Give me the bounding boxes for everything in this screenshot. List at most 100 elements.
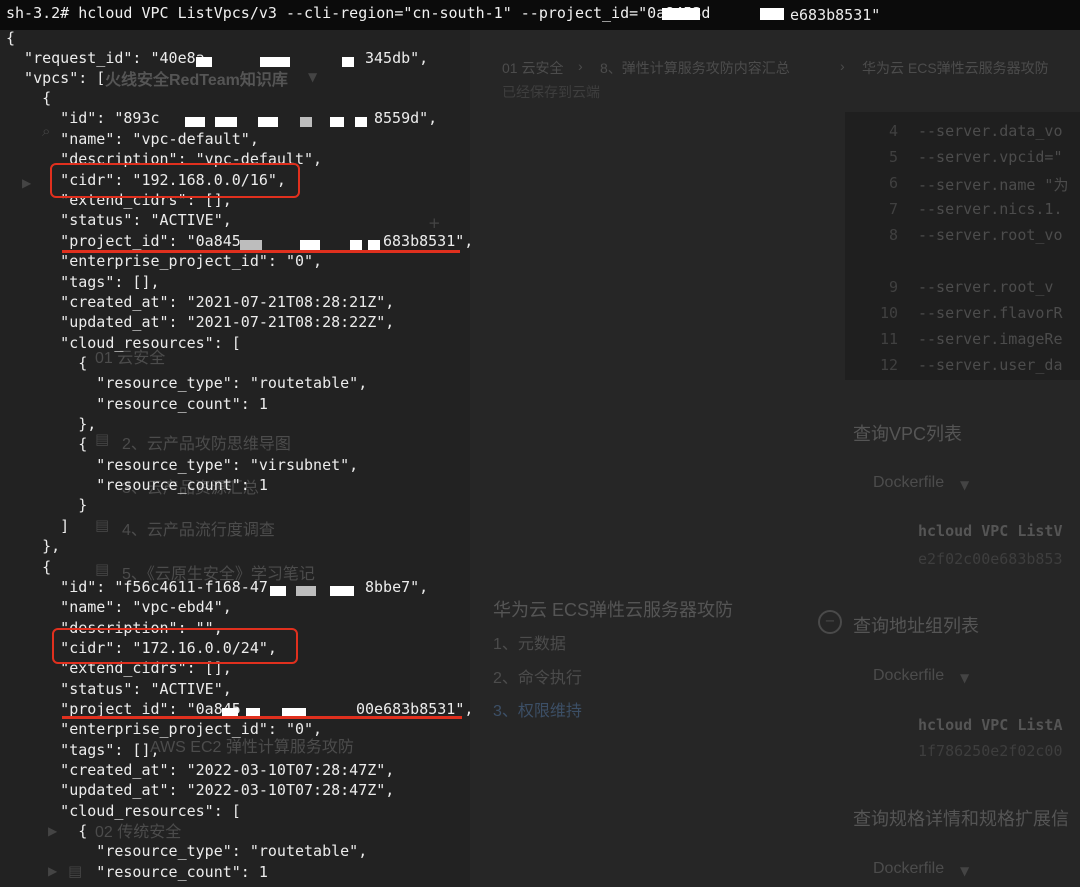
- json-line: {: [6, 354, 88, 372]
- json-value-tail: 683b8531",: [383, 232, 474, 250]
- code-line: --server.data_vo: [918, 122, 1063, 140]
- dockerfile-selector[interactable]: Dockerfile: [873, 474, 944, 492]
- json-line: },: [6, 415, 97, 433]
- json-line: "resource_type": "routetable",: [6, 842, 368, 860]
- cidr-highlight-box: [50, 163, 300, 198]
- json-line: "created_at": "2022-03-10T07:28:47Z",: [6, 761, 395, 779]
- terminal-command-bar: sh-3.2# hcloud VPC ListVpcs/v3 --cli-reg…: [0, 0, 1080, 30]
- json-line: "request_id": "40e8a: [6, 49, 205, 67]
- code-snippet-sub: e2f02c00e683b853: [918, 550, 1063, 568]
- redaction-mask: [300, 117, 312, 127]
- breadcrumb-separator: ›: [578, 58, 583, 74]
- json-line: "updated_at": "2022-03-10T07:28:47Z",: [6, 781, 395, 799]
- redaction-mask: [215, 117, 237, 127]
- redaction-mask: [342, 57, 354, 67]
- code-line-number: 10: [879, 304, 898, 322]
- redaction-mask: [260, 57, 290, 67]
- code-line-number: 6: [888, 174, 898, 192]
- json-line: "tags": [],: [6, 741, 160, 759]
- json-line: "resource_count": 1: [6, 476, 268, 494]
- json-value-tail: 8559d",: [374, 109, 438, 127]
- redaction-mask: [196, 57, 212, 67]
- heading-flavor: 查询规格详情和规格扩展信: [853, 809, 1069, 829]
- project-id-underline: [62, 716, 462, 719]
- chevron-down-icon[interactable]: ▼: [960, 478, 969, 492]
- code-snippet: hcloud VPC ListV: [918, 522, 1063, 540]
- heading-addr-group: 查询地址组列表: [853, 616, 979, 636]
- project-id-underline: [62, 250, 460, 253]
- dockerfile-selector[interactable]: Dockerfile: [873, 860, 944, 878]
- redaction-mask: [296, 586, 316, 596]
- json-line: {: [6, 435, 88, 453]
- json-value-tail: 345db",: [365, 49, 429, 67]
- redaction-mask: [258, 117, 278, 127]
- json-line: "enterprise_project_id": "0",: [6, 720, 323, 738]
- breadcrumb-item: 华为云 ECS弹性云服务器攻防: [862, 60, 1049, 76]
- json-line: {: [6, 89, 52, 107]
- code-line-number: 12: [879, 356, 898, 374]
- code-line-number: 5: [888, 148, 898, 166]
- chevron-down-icon[interactable]: ▼: [960, 671, 969, 685]
- code-line: --server.nics.1.: [918, 200, 1063, 218]
- minus-circle-icon[interactable]: −: [818, 610, 842, 634]
- code-line: --server.imageRe: [918, 330, 1063, 348]
- code-line-number: 7: [888, 200, 898, 218]
- json-line: ]: [6, 517, 70, 535]
- json-line: "status": "ACTIVE",: [6, 680, 232, 698]
- redaction-mask: [185, 117, 205, 127]
- json-line: "resource_count": 1: [6, 395, 268, 413]
- json-line: "resource_type": "routetable",: [6, 374, 368, 392]
- json-line: "updated_at": "2021-07-21T08:28:22Z",: [6, 313, 395, 331]
- terminal-command: sh-3.2# hcloud VPC ListVpcs/v3 --cli-reg…: [6, 4, 711, 22]
- json-line: "created_at": "2021-07-21T08:28:21Z",: [6, 293, 395, 311]
- code-line: --server.vpcid=": [918, 148, 1063, 166]
- sidebar-title[interactable]: 火线安全RedTeam知识库: [105, 66, 288, 90]
- outline-item[interactable]: 1、元数据: [493, 630, 566, 654]
- json-line: "vpcs": [: [6, 69, 106, 87]
- json-line: }: [6, 496, 88, 514]
- code-line-number: 4: [888, 122, 898, 140]
- code-line: --server.name "为: [918, 176, 1069, 194]
- json-line: "tags": [],: [6, 273, 160, 291]
- code-line: --server.root_v: [918, 278, 1054, 296]
- json-line: "project_id": "0a845: [6, 232, 241, 250]
- json-line: {: [6, 822, 88, 840]
- breadcrumb-item[interactable]: 8、弹性计算服务攻防内容汇总: [600, 58, 790, 78]
- dockerfile-selector[interactable]: Dockerfile: [873, 667, 944, 685]
- cidr-highlight-box: [52, 628, 298, 664]
- redaction-mask: [240, 240, 262, 250]
- json-line: "id": "893c: [6, 109, 160, 127]
- sidebar-item[interactable]: 02 传统安全: [95, 818, 181, 842]
- json-line: "resource_type": "virsubnet",: [6, 456, 359, 474]
- code-line: --server.root_vo: [918, 226, 1063, 244]
- code-line-number: 9: [888, 278, 898, 296]
- code-snippet-sub: 1f786250e2f02c00: [918, 742, 1063, 760]
- save-status: 已经保存到云端: [502, 84, 600, 100]
- json-line: {: [6, 558, 52, 576]
- outline-item[interactable]: 2、命令执行: [493, 664, 582, 688]
- json-line: "status": "ACTIVE",: [6, 211, 232, 229]
- json-line: "cloud_resources": [: [6, 334, 241, 352]
- outline-item[interactable]: 3、权限维持: [493, 697, 582, 721]
- terminal-command-tail: e683b8531": [790, 6, 881, 24]
- doc-icon: ▤: [95, 560, 110, 578]
- chevron-down-icon[interactable]: ▼: [308, 70, 317, 84]
- json-line: "name": "vpc-ebd4",: [6, 598, 232, 616]
- redaction-mask: [270, 586, 286, 596]
- code-line-number: 11: [879, 330, 898, 348]
- sidebar-item[interactable]: 2、云产品攻防思维导图: [122, 430, 291, 454]
- breadcrumb-separator: ›: [840, 58, 845, 74]
- code-line: --server.user_da: [918, 356, 1063, 374]
- breadcrumb-item[interactable]: 01 云安全: [502, 58, 563, 78]
- sidebar-item[interactable]: 4、云产品流行度调查: [122, 516, 275, 540]
- chevron-down-icon[interactable]: ▼: [960, 864, 969, 878]
- redaction-mask: [662, 8, 700, 20]
- heading-vpc-list: 查询VPC列表: [853, 424, 963, 444]
- json-line: "cloud_resources": [: [6, 802, 241, 820]
- json-value-tail: 8bbe7",: [365, 578, 429, 596]
- code-line: --server.flavorR: [918, 304, 1063, 322]
- add-icon[interactable]: +: [428, 214, 441, 232]
- json-line: {: [6, 29, 16, 47]
- json-line: "enterprise_project_id": "0",: [6, 252, 323, 270]
- redaction-mask: [368, 240, 380, 250]
